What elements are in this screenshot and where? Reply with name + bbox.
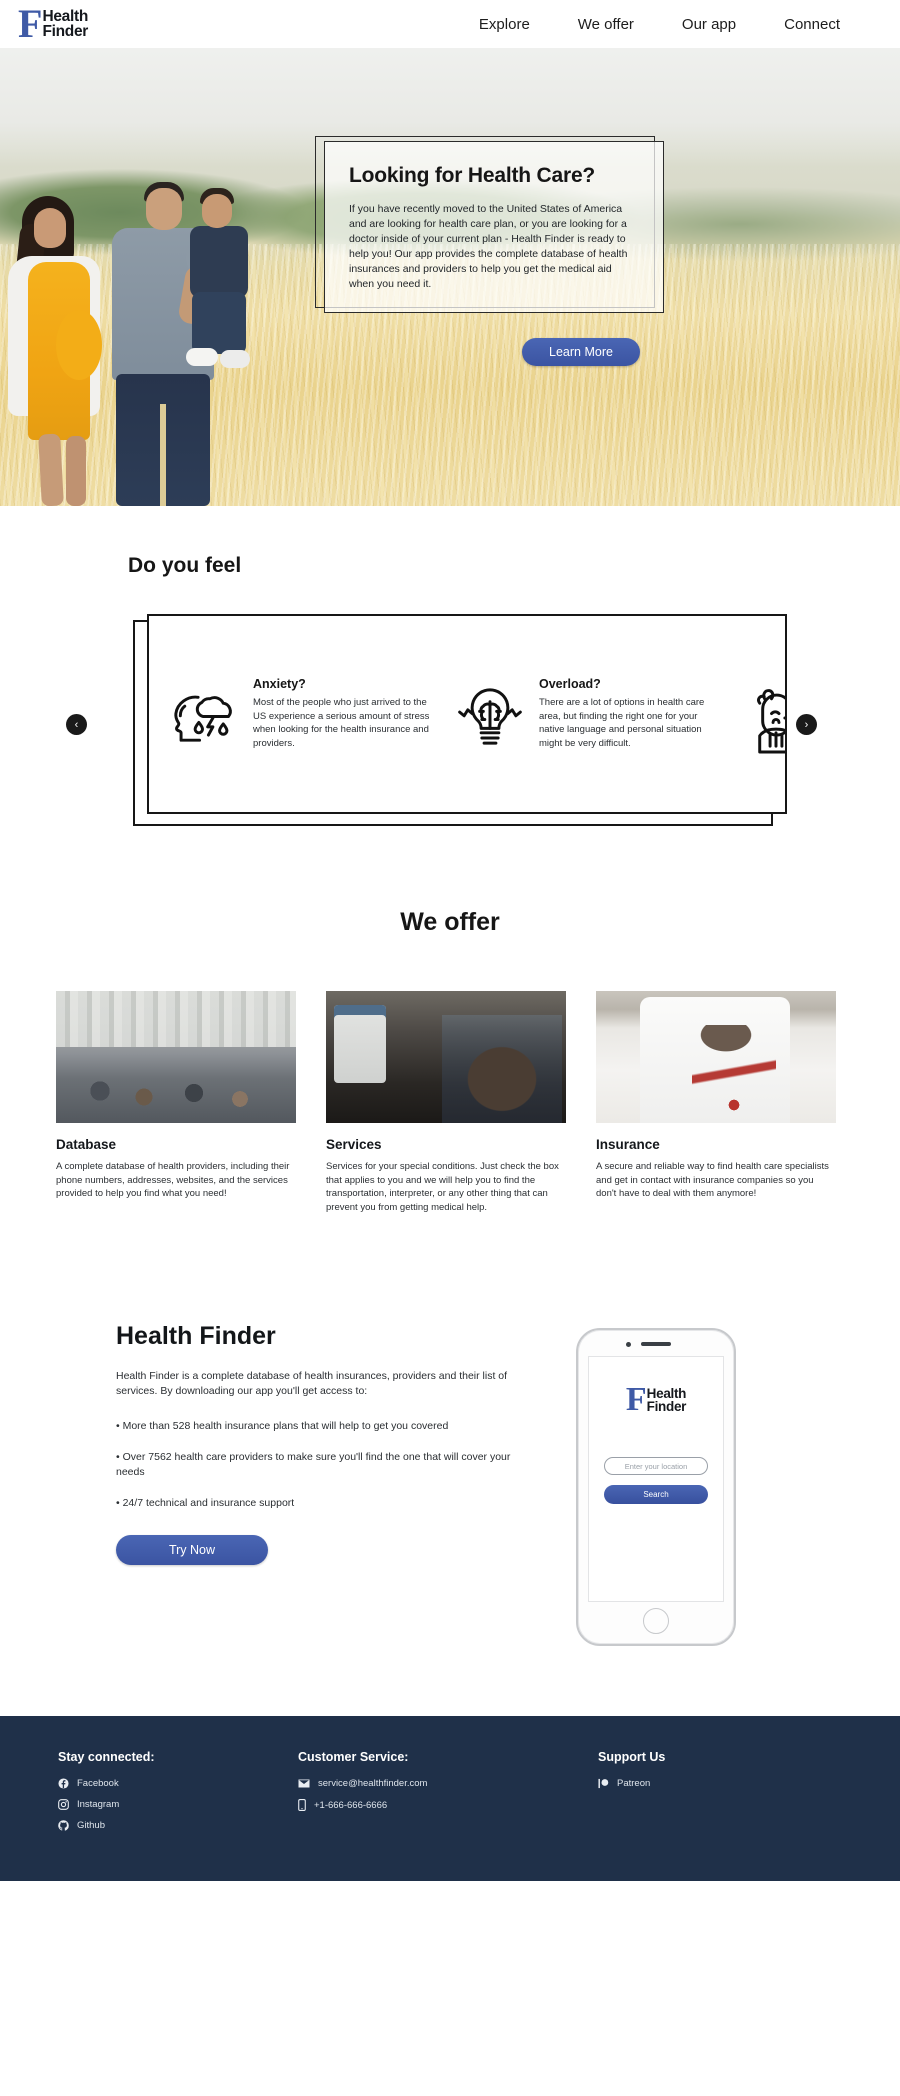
carousel-viewport: Anxiety? Most of the people who just arr…: [147, 614, 787, 814]
carousel-prev-button[interactable]: ‹: [66, 714, 87, 735]
try-now-button[interactable]: Try Now: [116, 1535, 268, 1565]
instagram-icon: [58, 1799, 69, 1810]
logo-f-mark: F: [18, 1, 42, 46]
feel-card-anxiety[interactable]: Anxiety? Most of the people who just arr…: [167, 673, 439, 755]
patreon-icon: [598, 1778, 609, 1789]
nav-item-our-app[interactable]: Our app: [682, 16, 736, 33]
hero-section: Looking for Health Care? If you have rec…: [0, 48, 900, 506]
footer-link-label: +1-666-666-6666: [314, 1799, 388, 1811]
footer-link-github[interactable]: Github: [58, 1820, 298, 1831]
footer-column-customer-service: Customer Service: service@healthfinder.c…: [298, 1746, 598, 1841]
nav-item-we-offer[interactable]: We offer: [578, 16, 634, 33]
offer-card-name: Services: [326, 1137, 382, 1152]
feel-card-title: Overload?: [539, 677, 601, 691]
footer-link-label: Instagram: [77, 1799, 120, 1810]
do-you-feel-section: Do you feel ‹ Anxiety? Most of the peopl…: [0, 506, 900, 886]
feel-carousel: ‹ Anxiety? Most of the people who just a…: [0, 614, 900, 826]
logo-line-1: Health: [42, 8, 89, 25]
logo-line-2: Finder: [42, 23, 89, 40]
nav-item-explore[interactable]: Explore: [479, 16, 530, 33]
feel-card-text: Most of the people who just arrived to t…: [253, 697, 430, 749]
we-offer-section: We offer Database A complete database of…: [0, 886, 900, 1274]
carousel-next-button[interactable]: ›: [796, 714, 817, 735]
hero-family-photo: [0, 48, 260, 506]
phone-mockup: F Health Finder Search: [576, 1328, 736, 1646]
footer-link-patreon[interactable]: Patreon: [598, 1778, 818, 1789]
top-navbar: F Health Finder Explore We offer Our app…: [0, 0, 900, 48]
nurse-patient-photo: [326, 991, 566, 1123]
app-promo-section: Health Finder Health Finder is a complet…: [0, 1274, 900, 1716]
pharmacy-photo: [56, 991, 296, 1123]
hero-body-text: If you have recently moved to the United…: [349, 203, 628, 290]
feel-card-overload[interactable]: Overload? There are a lot of options in …: [453, 673, 725, 755]
footer-link-facebook[interactable]: Facebook: [58, 1778, 298, 1789]
hero-title: Looking for Health Care?: [349, 164, 596, 187]
app-bullet-plans: • More than 528 health insurance plans t…: [116, 1420, 449, 1432]
phone-screen: F Health Finder Search: [588, 1356, 724, 1602]
hero-card: Looking for Health Care? If you have rec…: [315, 136, 664, 313]
phone-speaker-icon: [641, 1342, 671, 1346]
head-storm-cloud-icon: [174, 695, 232, 742]
phone-logo-line-2: Finder: [646, 1399, 687, 1414]
app-bullet-support: • 24/7 technical and insurance support: [116, 1497, 295, 1509]
envelope-icon: [298, 1779, 310, 1788]
feel-card-text: There are a lot of options in health car…: [539, 697, 705, 749]
app-bullet-providers: • Over 7562 health care providers to mak…: [116, 1451, 511, 1478]
offer-card-database[interactable]: Database A complete database of health p…: [56, 991, 296, 1214]
offer-card-insurance[interactable]: Insurance A secure and reliable way to f…: [596, 991, 836, 1214]
offer-card-text: A secure and reliable way to find health…: [596, 1161, 829, 1199]
app-intro-text: Health Finder is a complete database of …: [116, 1370, 508, 1397]
offer-card-text: A complete database of health providers,…: [56, 1161, 290, 1199]
nav-item-connect[interactable]: Connect: [784, 16, 840, 33]
facebook-icon: [58, 1778, 69, 1789]
app-section-title: Health Finder: [116, 1322, 276, 1350]
footer-link-email[interactable]: service@healthfinder.com: [298, 1778, 598, 1789]
footer-link-label: Facebook: [77, 1778, 119, 1789]
footer-heading: Customer Service:: [298, 1750, 409, 1764]
offer-card-name: Insurance: [596, 1137, 660, 1152]
footer-heading: Support Us: [598, 1750, 666, 1764]
we-offer-title: We offer: [400, 908, 500, 936]
footer-link-phone[interactable]: +1-666-666-6666: [298, 1799, 598, 1811]
phone-home-button[interactable]: [643, 1608, 669, 1634]
footer-link-label: Patreon: [617, 1778, 651, 1789]
phone-icon: [298, 1799, 306, 1811]
phone-camera-icon: [626, 1342, 631, 1347]
footer-column-social: Stay connected: Facebook Instagram Githu…: [58, 1746, 298, 1841]
offer-card-name: Database: [56, 1137, 117, 1152]
offer-card-text: Services for your special conditions. Ju…: [326, 1161, 559, 1213]
confused-person-icon: [757, 689, 785, 754]
footer-link-label: service@healthfinder.com: [318, 1778, 428, 1789]
lightbulb-brain-icon: [458, 688, 522, 745]
phone-brand-logo: F Health Finder: [625, 1381, 687, 1418]
footer-column-support: Support Us Patreon: [598, 1746, 818, 1841]
footer-link-instagram[interactable]: Instagram: [58, 1799, 298, 1810]
location-input[interactable]: [604, 1457, 708, 1475]
page-footer: Stay connected: Facebook Instagram Githu…: [0, 1716, 900, 1881]
nav-links: Explore We offer Our app Connect: [479, 16, 900, 33]
offer-card-services[interactable]: Services Services for your special condi…: [326, 991, 566, 1214]
phone-search-button[interactable]: Search: [604, 1485, 708, 1504]
footer-link-label: Github: [77, 1820, 105, 1831]
learn-more-button[interactable]: Learn More: [522, 338, 640, 366]
github-icon: [58, 1820, 69, 1831]
feel-card-title: Anxiety?: [253, 677, 306, 691]
doctor-stethoscope-photo: [596, 991, 836, 1123]
phone-logo-f-mark: F: [625, 1381, 647, 1418]
do-you-feel-title: Do you feel: [128, 554, 242, 577]
feel-card-next-partial[interactable]: [739, 673, 785, 755]
footer-heading: Stay connected:: [58, 1750, 155, 1764]
offer-card-grid: Database A complete database of health p…: [0, 991, 900, 1214]
brand-logo[interactable]: F Health Finder: [18, 1, 89, 46]
